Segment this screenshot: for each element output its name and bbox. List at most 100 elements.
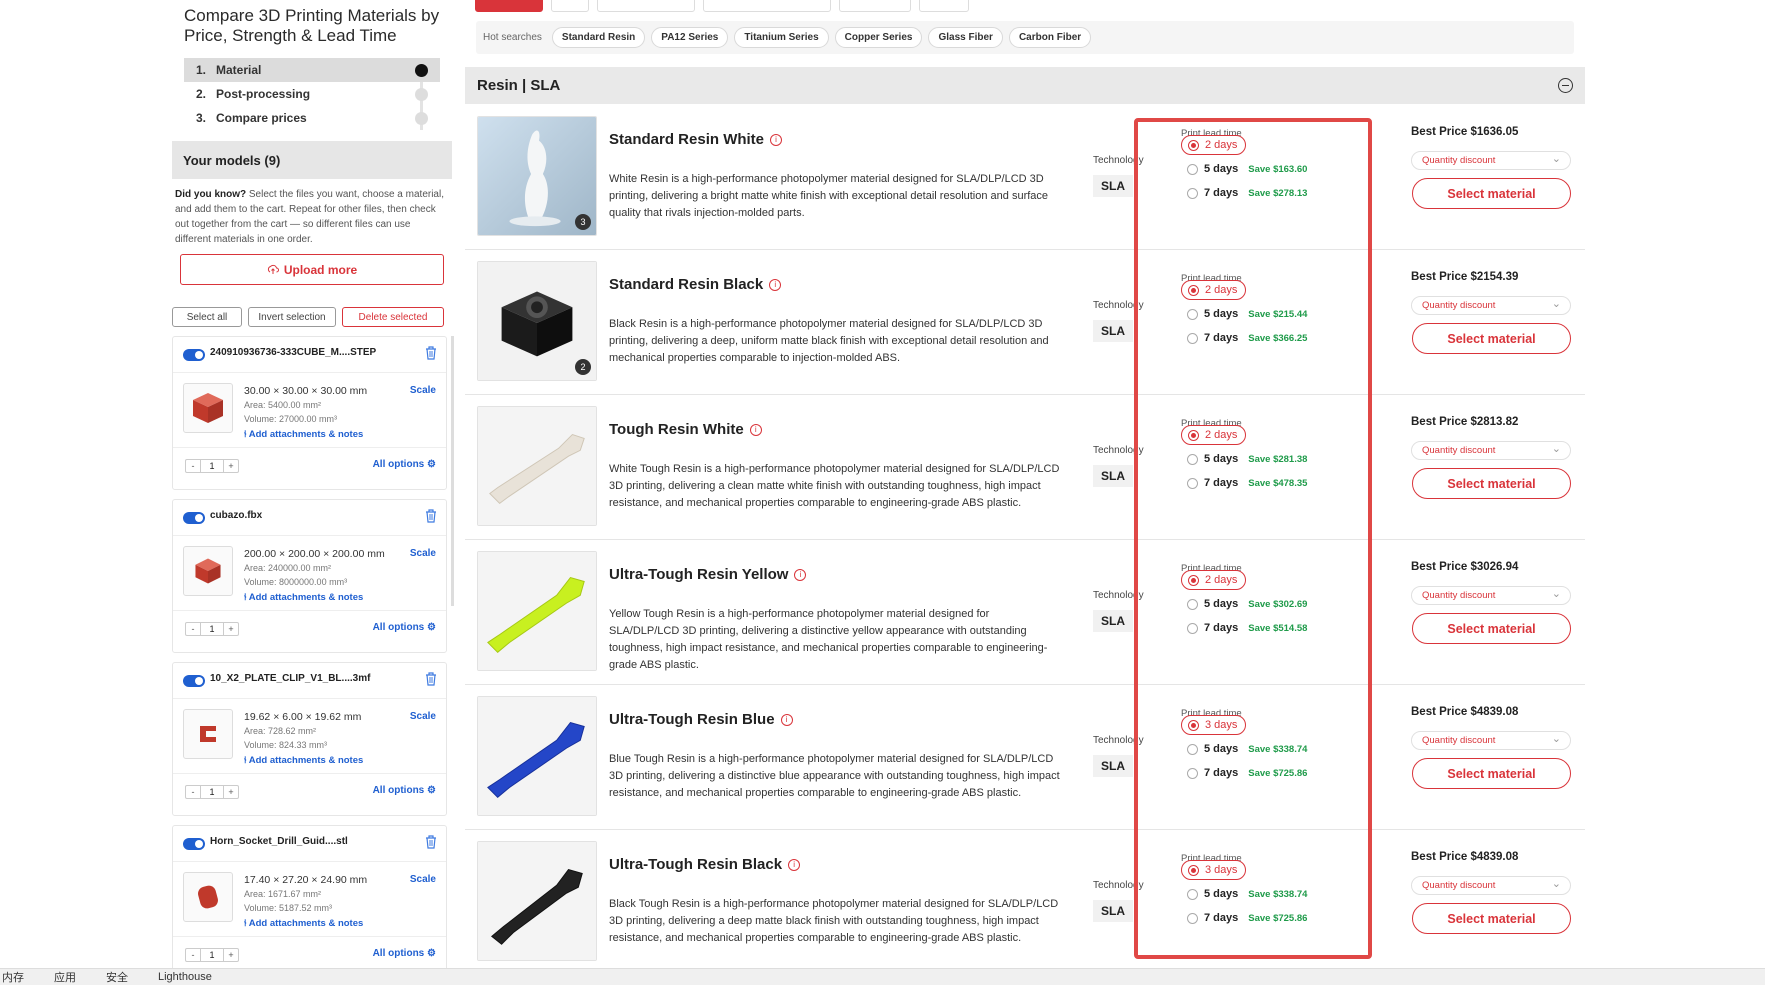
material-image[interactable] [477,406,597,526]
model-thumbnail[interactable] [183,709,233,759]
material-name[interactable]: Ultra-Tough Resin Yellow i [609,566,807,583]
quantity-value[interactable]: 1 [200,949,224,961]
hot-search-chip[interactable]: Carbon Fiber [1008,27,1092,48]
info-icon[interactable]: i [749,423,762,436]
material-image[interactable] [477,696,597,816]
select-material-button[interactable]: Select material [1412,178,1571,209]
scrollbar[interactable] [451,336,454,606]
hot-search-chip[interactable]: Titanium Series [734,27,829,48]
devtools-tab[interactable]: 安全 [106,969,128,985]
add-attachments-link[interactable]: ⫮ Add attachments & notes [244,918,363,929]
model-thumbnail[interactable] [183,383,233,433]
lead-time-option[interactable]: 7 days Save $725.86 [1181,763,1307,783]
lead-time-option[interactable]: 5 days Save $302.69 [1181,594,1307,614]
hot-search-chip[interactable]: PA12 Series [651,27,729,48]
delete-selected-button[interactable]: Delete selected [342,307,444,327]
info-icon[interactable]: i [770,133,783,146]
lead-time-option[interactable]: 3 days [1181,860,1247,880]
material-name[interactable]: Ultra-Tough Resin Black i [609,856,801,873]
add-attachments-link[interactable]: ⫮ Add attachments & notes [244,592,363,603]
lead-time-option[interactable]: 3 days [1181,715,1247,735]
quantity-discount-dropdown[interactable]: Quantity discount [1411,441,1571,460]
scale-link[interactable]: Scale [410,711,436,722]
lead-time-option[interactable]: 7 days Save $366.25 [1181,328,1307,348]
decrement-button[interactable]: - [186,786,200,798]
trash-icon[interactable] [424,345,438,361]
select-material-button[interactable]: Select material [1412,468,1571,499]
increment-button[interactable]: + [224,786,238,798]
select-material-button[interactable]: Select material [1412,758,1571,789]
all-options-link[interactable]: All options ⚙ [373,785,436,796]
info-icon[interactable]: i [794,568,807,581]
scale-link[interactable]: Scale [410,874,436,885]
add-attachments-link[interactable]: ⫮ Add attachments & notes [244,755,363,766]
devtools-tab[interactable]: 应用 [54,969,76,985]
category-tab[interactable] [703,0,831,12]
step-material[interactable]: 1. Material [184,58,440,82]
decrement-button[interactable]: - [186,949,200,961]
scale-link[interactable]: Scale [410,548,436,559]
category-tab[interactable] [839,0,911,12]
category-tab[interactable] [551,0,589,12]
increment-button[interactable]: + [224,949,238,961]
lead-time-option[interactable]: 2 days [1181,135,1247,155]
decrement-button[interactable]: - [186,623,200,635]
info-icon[interactable]: i [769,278,782,291]
info-icon[interactable]: i [788,858,801,871]
section-header[interactable]: Resin | SLA [465,67,1585,104]
devtools-tab[interactable]: 内存 [2,969,24,985]
lead-time-option[interactable]: 7 days Save $278.13 [1181,183,1307,203]
lead-time-option[interactable]: 2 days [1181,280,1247,300]
select-material-button[interactable]: Select material [1412,903,1571,934]
quantity-value[interactable]: 1 [200,460,224,472]
add-attachments-link[interactable]: ⫮ Add attachments & notes [244,429,363,440]
material-name[interactable]: Ultra-Tough Resin Blue i [609,711,793,728]
invert-selection-button[interactable]: Invert selection [248,307,336,327]
all-options-link[interactable]: All options ⚙ [373,459,436,470]
lead-time-option[interactable]: 7 days Save $478.35 [1181,473,1307,493]
quantity-discount-dropdown[interactable]: Quantity discount [1411,586,1571,605]
lead-time-option[interactable]: 5 days Save $338.74 [1181,884,1307,904]
hot-search-chip[interactable]: Glass Fiber [928,27,1003,48]
select-material-button[interactable]: Select material [1412,323,1571,354]
model-thumbnail[interactable] [183,872,233,922]
trash-icon[interactable] [424,671,438,687]
quantity-value[interactable]: 1 [200,623,224,635]
trash-icon[interactable] [424,834,438,850]
material-image[interactable] [477,551,597,671]
step-post-processing[interactable]: 2. Post-processing [184,82,440,106]
model-toggle[interactable] [183,349,205,361]
devtools-tab[interactable]: Lighthouse [158,971,212,983]
category-tab-active[interactable] [475,0,543,12]
lead-time-option[interactable]: 5 days Save $163.60 [1181,159,1307,179]
upload-more-button[interactable]: Upload more [180,254,444,285]
hot-search-chip[interactable]: Copper Series [834,27,923,48]
scale-link[interactable]: Scale [410,385,436,396]
category-tab[interactable] [597,0,695,12]
select-material-button[interactable]: Select material [1412,613,1571,644]
lead-time-option[interactable]: 2 days [1181,570,1247,590]
increment-button[interactable]: + [224,623,238,635]
lead-time-option[interactable]: 5 days Save $338.74 [1181,739,1307,759]
all-options-link[interactable]: All options ⚙ [373,948,436,959]
hot-search-chip[interactable]: Standard Resin [551,27,646,48]
lead-time-option[interactable]: 5 days Save $215.44 [1181,304,1307,324]
material-name[interactable]: Standard Resin White i [609,131,783,148]
collapse-icon[interactable] [1558,78,1573,93]
material-name[interactable]: Standard Resin Black i [609,276,782,293]
lead-time-option[interactable]: 7 days Save $514.58 [1181,618,1307,638]
lead-time-option[interactable]: 5 days Save $281.38 [1181,449,1307,469]
model-toggle[interactable] [183,675,205,687]
quantity-discount-dropdown[interactable]: Quantity discount [1411,731,1571,750]
all-options-link[interactable]: All options ⚙ [373,622,436,633]
select-all-button[interactable]: Select all [172,307,242,327]
info-icon[interactable]: i [780,713,793,726]
increment-button[interactable]: + [224,460,238,472]
quantity-value[interactable]: 1 [200,786,224,798]
quantity-discount-dropdown[interactable]: Quantity discount [1411,876,1571,895]
category-tab[interactable] [919,0,969,12]
material-image[interactable] [477,841,597,961]
model-thumbnail[interactable] [183,546,233,596]
quantity-discount-dropdown[interactable]: Quantity discount [1411,296,1571,315]
lead-time-option[interactable]: 7 days Save $725.86 [1181,908,1307,928]
